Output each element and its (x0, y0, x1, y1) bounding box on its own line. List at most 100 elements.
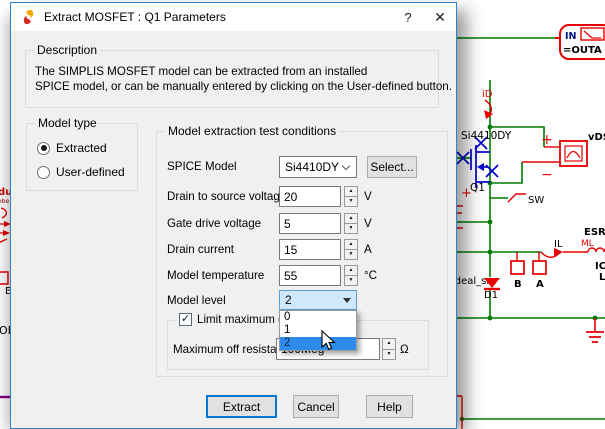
diode-model-label: ideal_sr (452, 276, 491, 287)
dropdown-arrow-icon (343, 298, 351, 303)
extract-button[interactable]: Extract (206, 395, 277, 418)
probe-b-box (510, 260, 525, 275)
model-level-combobox[interactable]: 2 (279, 290, 357, 310)
spin-up-button[interactable]: ▲ (344, 186, 358, 197)
block-in-label: IN (565, 31, 577, 42)
spin-down-button[interactable]: ▼ (344, 197, 358, 207)
probe-a-box (532, 260, 547, 275)
vds-probe-box (559, 140, 588, 167)
spice-model-combobox[interactable]: Si4410DY (279, 156, 357, 178)
vds-minus-sign: − (541, 167, 553, 183)
conditions-group-label: Model extraction test conditions (165, 124, 340, 138)
model-level-dropdown-list: 0 1 2 (279, 310, 357, 351)
spin-down-button[interactable]: ▼ (382, 349, 396, 360)
radio-user-defined-circle[interactable] (37, 165, 50, 179)
checkbox-checked-icon[interactable]: ✓ (179, 313, 192, 326)
dropdown-option-1[interactable]: 1 (280, 324, 356, 337)
dropdown-option-0[interactable]: 0 (280, 311, 356, 324)
model-temperature-input[interactable] (279, 265, 341, 286)
description-line-1: The SIMPLIS MOSFET model can be extracte… (35, 65, 368, 78)
probe-a-label: A (536, 279, 544, 290)
mosfet-symbol (456, 136, 499, 188)
mosfet-arrow (477, 163, 484, 171)
radio-user-defined-label: User-defined (56, 165, 125, 179)
drain-current-spinner[interactable]: ▲ ▼ (344, 239, 358, 260)
drain-source-voltage-row: Drain to source voltage ▲ ▼ V (157, 186, 447, 208)
drain-source-voltage-spinner[interactable]: ▲ ▼ (344, 186, 358, 207)
gate-drive-voltage-input[interactable] (279, 213, 341, 234)
sw-switch-hook (507, 193, 526, 203)
vds-plus-sign: + (541, 132, 553, 148)
radio-user-defined[interactable]: User-defined (37, 165, 125, 179)
max-off-resistance-unit: Ω (400, 343, 409, 356)
model-level-value: 2 (285, 293, 292, 307)
radio-extracted-label: Extracted (56, 141, 107, 155)
mosfet-ref-label: Q1 (470, 182, 485, 194)
gate-drive-voltage-label: Gate drive voltage (167, 217, 262, 230)
spin-down-button[interactable]: ▼ (344, 224, 358, 234)
description-group-label: Description (34, 43, 101, 57)
drain-source-voltage-unit: V (364, 190, 372, 203)
edge-source-fragment (456, 205, 463, 229)
spice-model-row: SPICE Model Si4410DY Select... (157, 156, 447, 178)
id-probe-label: iD (482, 89, 493, 100)
mosfet-model-label: Si4410DY (461, 130, 512, 142)
left-arrow-diag (0, 238, 8, 243)
left-arrowhead (3, 230, 10, 236)
ground-icon (586, 331, 604, 343)
model-temperature-spinner[interactable]: ▲ ▼ (344, 265, 358, 286)
cancel-button[interactable]: Cancel (293, 395, 339, 418)
drain-current-input[interactable] (279, 239, 341, 260)
drain-current-row: Drain current ▲ ▼ A (157, 239, 447, 261)
l-label: L (599, 272, 605, 283)
left-box-fragment (0, 271, 9, 285)
dropdown-option-2[interactable]: 2 (280, 337, 356, 350)
spin-down-button[interactable]: ▼ (344, 276, 358, 286)
select-button[interactable]: Select... (367, 156, 417, 178)
esr-label: ESR= (584, 227, 605, 238)
gate-drive-voltage-spinner[interactable]: ▲ ▼ (344, 213, 358, 234)
drain-current-unit: A (364, 243, 372, 256)
description-group: Description The SIMPLIS MOSFET model can… (25, 43, 452, 108)
spice-model-label: SPICE Model (167, 160, 237, 173)
gate-drive-voltage-row: Gate drive voltage ▲ ▼ V (157, 213, 447, 235)
ic-label: IC (595, 261, 605, 272)
model-level-label: Model level (167, 294, 226, 307)
left-arrow-curve (0, 207, 8, 219)
mouse-cursor (321, 330, 336, 351)
ml-label: ML (581, 239, 594, 249)
radio-extracted-circle[interactable] (37, 141, 50, 155)
model-temperature-label: Model temperature (167, 269, 265, 282)
screenshot-root: IN =OUTA iD + − vD Si4410DY Q1 + SW IL E… (0, 0, 605, 429)
spice-model-value: Si4410DY (285, 160, 340, 174)
drain-source-voltage-input[interactable] (279, 186, 341, 207)
chevron-down-icon (341, 161, 351, 171)
model-type-group: Model type Extracted User-defined (26, 116, 138, 191)
model-temperature-row: Model temperature ▲ ▼ °C (157, 265, 447, 287)
description-line-2: SPICE model, or can be manually entered … (35, 80, 452, 93)
spin-up-button[interactable]: ▲ (344, 265, 358, 276)
simplis-flame-icon (23, 9, 34, 25)
help-titlebar-button[interactable]: ? (392, 3, 424, 31)
edge-plus-sign: + (461, 186, 472, 201)
gate-drive-voltage-unit: V (364, 217, 372, 230)
drain-source-voltage-label: Drain to source voltage (167, 190, 287, 203)
spin-up-button[interactable]: ▲ (382, 338, 396, 350)
drain-current-label: Drain current (167, 243, 235, 256)
extract-mosfet-dialog: Extract MOSFET : Q1 Parameters ? ✕ Descr… (10, 2, 457, 429)
radio-extracted[interactable]: Extracted (37, 141, 107, 155)
spin-down-button[interactable]: ▼ (344, 250, 358, 260)
dialog-titlebar[interactable]: Extract MOSFET : Q1 Parameters ? ✕ (11, 3, 456, 31)
left-text-fragment-small: obe (0, 198, 9, 205)
spin-up-button[interactable]: ▲ (344, 213, 358, 224)
dialog-title: Extract MOSFET : Q1 Parameters (44, 10, 226, 24)
spin-up-button[interactable]: ▲ (344, 239, 358, 250)
diode-ref-label: D1 (484, 290, 498, 301)
il-label: IL (554, 239, 563, 250)
close-button[interactable]: ✕ (424, 3, 456, 31)
sw-label: SW (528, 195, 544, 206)
max-off-resistance-spinner[interactable]: ▲ ▼ (382, 338, 396, 360)
wire (490, 162, 523, 184)
help-button[interactable]: Help (366, 395, 413, 418)
model-type-group-label: Model type (35, 116, 100, 130)
